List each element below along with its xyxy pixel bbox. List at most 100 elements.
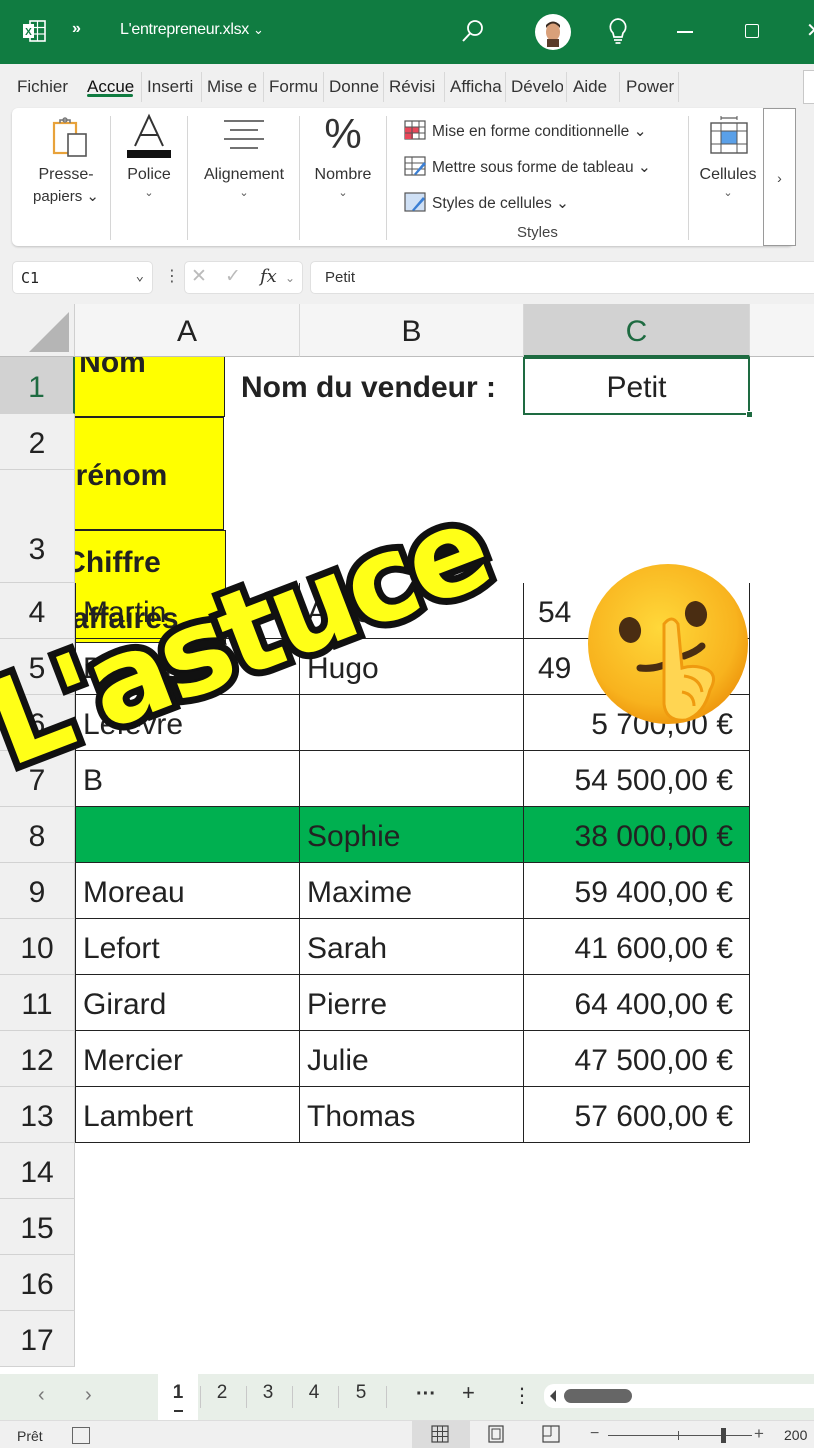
row-header-17[interactable]: 17 bbox=[0, 1311, 75, 1367]
cell-chiffre-affaires[interactable]: 38 000,00 € bbox=[524, 807, 750, 863]
cell-prenom[interactable]: Sarah bbox=[300, 919, 524, 975]
cell-nom[interactable]: Girard bbox=[75, 975, 300, 1031]
tab-formules[interactable]: Formu bbox=[269, 77, 319, 97]
row-header-16[interactable]: 16 bbox=[0, 1255, 75, 1311]
cell-prenom[interactable] bbox=[300, 751, 524, 807]
formula-input[interactable]: Petit bbox=[310, 261, 814, 294]
sheet-tab-5[interactable]: 5 bbox=[341, 1382, 381, 1404]
sheet-tab-3[interactable]: 3 bbox=[248, 1382, 288, 1404]
row-header-15[interactable]: 15 bbox=[0, 1199, 75, 1255]
column-header-a[interactable]: A bbox=[75, 304, 300, 357]
row-header-1[interactable]: 1 bbox=[0, 357, 75, 414]
format-as-table-button[interactable]: Mettre sous forme de tableau ⌄ bbox=[404, 156, 651, 177]
row-header-8[interactable]: 8 bbox=[0, 807, 75, 863]
cell-prenom[interactable]: Julie bbox=[300, 1031, 524, 1087]
cell-nom[interactable]: Lefort bbox=[75, 919, 300, 975]
page-break-view-icon[interactable] bbox=[542, 1425, 560, 1443]
sheet-tab-4[interactable]: 4 bbox=[294, 1382, 334, 1404]
cell-nom[interactable]: B bbox=[75, 751, 300, 807]
ribbon-search-box[interactable] bbox=[803, 70, 814, 104]
page-layout-view-icon[interactable] bbox=[487, 1425, 505, 1443]
minimize-button[interactable] bbox=[677, 31, 693, 33]
tab-developpeur[interactable]: Dévelo bbox=[511, 77, 563, 97]
formula-bar-resize-handle[interactable]: ⋮ bbox=[164, 266, 180, 286]
zoom-slider[interactable]: − + bbox=[590, 1423, 770, 1447]
cell-prenom[interactable]: Sophie bbox=[300, 807, 524, 863]
quick-access-more-button[interactable]: » bbox=[72, 20, 81, 38]
vendeur-label-cell[interactable]: Nom du vendeur : bbox=[76, 357, 506, 414]
formula-buttons: ✕ ✓ fx ⌄ bbox=[184, 261, 303, 294]
zoom-out-button[interactable]: − bbox=[590, 1425, 599, 1443]
tab-revision[interactable]: Révisi bbox=[389, 77, 441, 97]
select-all-button[interactable] bbox=[0, 304, 75, 357]
scrollbar-thumb[interactable] bbox=[564, 1389, 632, 1403]
row-header-13[interactable]: 13 bbox=[0, 1087, 75, 1143]
cell-chiffre-affaires[interactable]: 64 400,00 € bbox=[524, 975, 750, 1031]
column-header-c[interactable]: C bbox=[524, 304, 750, 357]
tab-affichage[interactable]: Afficha bbox=[450, 77, 502, 97]
normal-view-icon[interactable] bbox=[431, 1425, 449, 1443]
horizontal-scrollbar[interactable] bbox=[544, 1384, 814, 1408]
zoom-in-button[interactable]: + bbox=[754, 1424, 764, 1444]
row-header-10[interactable]: 10 bbox=[0, 919, 75, 975]
ribbon-more-button[interactable]: › bbox=[763, 108, 796, 246]
row-header-12[interactable]: 12 bbox=[0, 1031, 75, 1087]
row-header-2[interactable]: 2 bbox=[0, 414, 75, 470]
tab-accueil[interactable]: Accue bbox=[87, 77, 137, 97]
maximize-button[interactable] bbox=[745, 24, 759, 38]
tab-donnees[interactable]: Donne bbox=[329, 77, 379, 97]
chevron-down-icon: ⌄ bbox=[338, 187, 348, 199]
zoom-percent[interactable]: 200 bbox=[784, 1427, 807, 1443]
cell-chiffre-affaires[interactable]: 41 600,00 € bbox=[524, 919, 750, 975]
conditional-formatting-icon bbox=[404, 120, 426, 140]
row-header-11[interactable]: 11 bbox=[0, 975, 75, 1031]
conditional-formatting-button[interactable]: Mise en forme conditionnelle ⌄ bbox=[404, 120, 647, 141]
name-box[interactable]: C1 ⌄ bbox=[12, 261, 153, 294]
cell-chiffre-affaires[interactable]: 59 400,00 € bbox=[524, 863, 750, 919]
cell-nom[interactable]: Moreau bbox=[75, 863, 300, 919]
cell-chiffre-affaires[interactable]: 47 500,00 € bbox=[524, 1031, 750, 1087]
search-icon[interactable] bbox=[460, 18, 486, 44]
sheet-tab-2[interactable]: 2 bbox=[202, 1382, 242, 1404]
add-sheet-button[interactable]: + bbox=[462, 1380, 475, 1406]
user-avatar[interactable] bbox=[535, 14, 571, 50]
tab-mise-en-page[interactable]: Mise e bbox=[207, 77, 259, 97]
close-button[interactable]: ✕ bbox=[806, 18, 814, 43]
macro-recorder-icon[interactable] bbox=[72, 1427, 90, 1444]
tab-aide[interactable]: Aide bbox=[573, 77, 615, 97]
prev-sheet-icon[interactable]: ‹ bbox=[38, 1384, 45, 1407]
cell-prenom[interactable]: Maxime bbox=[300, 863, 524, 919]
row-header-3[interactable]: 3 bbox=[0, 470, 75, 583]
row-header-9[interactable]: 9 bbox=[0, 863, 75, 919]
cell-chiffre-affaires[interactable]: 57 600,00 € bbox=[524, 1087, 750, 1143]
zoom-slider-knob[interactable] bbox=[721, 1428, 727, 1443]
cancel-icon[interactable]: ✕ bbox=[191, 265, 207, 288]
scroll-left-icon[interactable] bbox=[550, 1390, 556, 1402]
vendeur-value-cell[interactable]: Petit bbox=[523, 357, 753, 418]
tab-power[interactable]: Power bbox=[626, 77, 676, 97]
sheet-options-button[interactable]: ⋮ bbox=[512, 1383, 532, 1408]
font-label: Police bbox=[127, 166, 171, 183]
cell-nom[interactable]: Mercier bbox=[75, 1031, 300, 1087]
cell-prenom[interactable]: Thomas bbox=[300, 1087, 524, 1143]
more-sheets-button[interactable]: ··· bbox=[416, 1383, 436, 1406]
file-name-menu[interactable]: L'entrepreneur.xlsx ⌄ bbox=[120, 21, 264, 39]
next-sheet-icon[interactable]: › bbox=[85, 1384, 92, 1407]
cell-chiffre-affaires[interactable]: 54 500,00 € bbox=[524, 751, 750, 807]
fill-handle[interactable] bbox=[746, 411, 753, 418]
tab-fichier[interactable]: Fichier bbox=[17, 77, 81, 97]
cell-nom[interactable] bbox=[75, 807, 300, 863]
cell-nom[interactable]: Lambert bbox=[75, 1087, 300, 1143]
lightbulb-icon[interactable] bbox=[607, 17, 629, 45]
cell-prenom[interactable] bbox=[300, 695, 524, 751]
row-header-14[interactable]: 14 bbox=[0, 1143, 75, 1199]
column-header-d[interactable] bbox=[750, 304, 814, 357]
cell-prenom[interactable]: Pierre bbox=[300, 975, 524, 1031]
chevron-down-icon[interactable]: ⌄ bbox=[285, 271, 295, 285]
enter-icon[interactable]: ✓ bbox=[225, 265, 241, 288]
tab-insertion[interactable]: Inserti bbox=[147, 77, 197, 97]
sheet-tab-1[interactable]: 1 bbox=[158, 1374, 198, 1420]
insert-function-icon[interactable]: fx bbox=[260, 266, 277, 287]
column-header-b[interactable]: B bbox=[300, 304, 524, 357]
cell-styles-button[interactable]: Styles de cellules ⌄ bbox=[404, 192, 569, 213]
